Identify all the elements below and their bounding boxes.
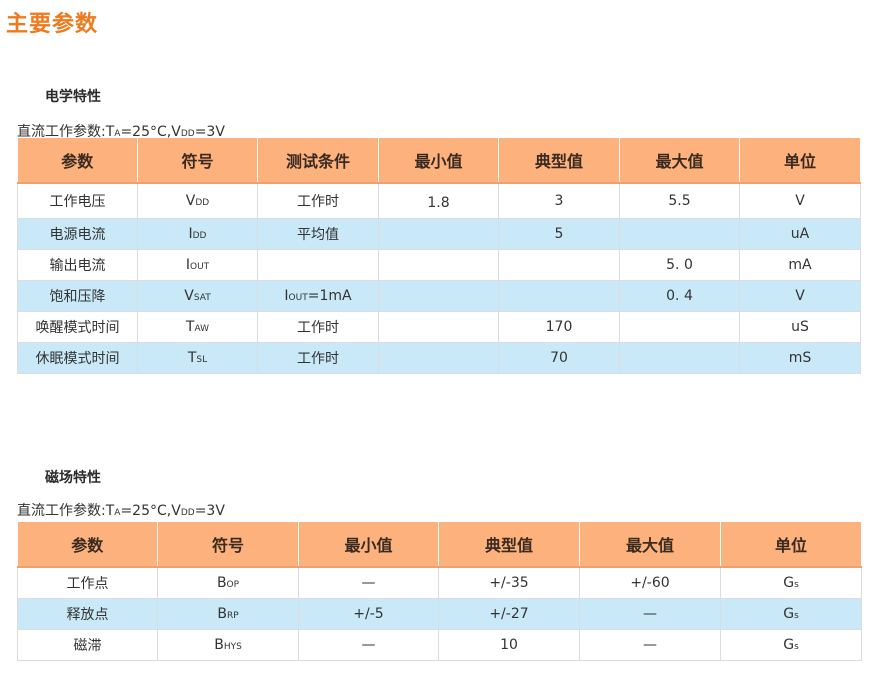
- min-cell: —: [298, 566, 439, 599]
- param-cell: 工作点: [17, 566, 158, 599]
- condition-cell: 工作时: [257, 311, 379, 343]
- col-header-min: 最小值: [298, 522, 439, 568]
- min-cell: +/-5: [298, 598, 439, 630]
- param-cell: 电源电流: [17, 218, 138, 250]
- symbol-cell: TAW: [137, 311, 258, 343]
- col-header-min: 最小值: [378, 138, 499, 184]
- max-cell: [619, 311, 740, 343]
- col-header-param: 参数: [17, 522, 158, 568]
- param-cell: 释放点: [17, 598, 158, 630]
- param-cell: 休眠模式时间: [17, 342, 138, 374]
- col-header-max: 最大值: [579, 522, 721, 568]
- min-cell: [378, 249, 499, 281]
- table-row: 输出电流 IOUT 5. 0 mA: [17, 249, 861, 281]
- symbol-cell: BOP: [157, 566, 299, 599]
- col-header-typ: 典型值: [498, 138, 620, 184]
- min-cell: [378, 280, 499, 312]
- table-header-row: 参数 符号 测试条件 最小值 典型值 最大值 单位: [17, 138, 861, 184]
- typ-cell: 5: [498, 218, 620, 250]
- unit-cell: Gs: [720, 629, 862, 661]
- col-header-unit: 单位: [720, 522, 862, 568]
- unit-cell: Gs: [720, 598, 862, 630]
- col-header-condition: 测试条件: [257, 138, 379, 184]
- typ-cell: 170: [498, 311, 620, 343]
- electrical-table: 参数 符号 测试条件 最小值 典型值 最大值 单位 工作电压 VDD 工作时 1…: [17, 138, 861, 374]
- typ-cell: [498, 280, 620, 312]
- symbol-cell: VDD: [137, 182, 258, 219]
- min-cell: [378, 218, 499, 250]
- symbol-cell: BRP: [157, 598, 299, 630]
- unit-cell: uS: [739, 311, 861, 343]
- magnetic-table: 参数 符号 最小值 典型值 最大值 单位 工作点 BOP — +/-35 +/-…: [17, 522, 862, 661]
- min-cell: 1.8: [378, 182, 499, 219]
- typ-cell: +/-35: [438, 566, 580, 599]
- param-cell: 磁滞: [17, 629, 158, 661]
- max-cell: 5.5: [619, 182, 740, 219]
- symbol-cell: IOUT: [137, 249, 258, 281]
- param-cell: 输出电流: [17, 249, 138, 281]
- typ-cell: +/-27: [438, 598, 580, 630]
- table-row: 工作电压 VDD 工作时 1.8 3 5.5 V: [17, 182, 861, 219]
- min-cell: [378, 342, 499, 374]
- condition-cell: 工作时: [257, 342, 379, 374]
- min-cell: —: [298, 629, 439, 661]
- param-cell: 工作电压: [17, 182, 138, 219]
- magnetic-condition: 直流工作参数:TA=25°C,VDD=3V: [17, 503, 225, 519]
- unit-cell: uA: [739, 218, 861, 250]
- max-cell: 0. 4: [619, 280, 740, 312]
- table-row: 磁滞 BHYS — 10 — Gs: [17, 629, 862, 661]
- col-header-unit: 单位: [739, 138, 861, 184]
- unit-cell: mA: [739, 249, 861, 281]
- unit-cell: V: [739, 182, 861, 219]
- param-cell: 唤醒模式时间: [17, 311, 138, 343]
- table-row: 释放点 BRP +/-5 +/-27 — Gs: [17, 598, 862, 630]
- table-header-row: 参数 符号 最小值 典型值 最大值 单位: [17, 522, 862, 568]
- col-header-symbol: 符号: [137, 138, 258, 184]
- table-row: 工作点 BOP — +/-35 +/-60 Gs: [17, 566, 862, 599]
- col-header-param: 参数: [17, 138, 138, 184]
- symbol-cell: BHYS: [157, 629, 299, 661]
- condition-cell: 工作时: [257, 182, 379, 219]
- param-cell: 饱和压降: [17, 280, 138, 312]
- col-header-symbol: 符号: [157, 522, 299, 568]
- symbol-cell: TSL: [137, 342, 258, 374]
- max-cell: —: [579, 629, 721, 661]
- table-row: 电源电流 IDD 平均值 5 uA: [17, 218, 861, 250]
- condition-cell: IOUT=1mA: [257, 280, 379, 312]
- unit-cell: Gs: [720, 566, 862, 599]
- electrical-section-title: 电学特性: [45, 89, 101, 105]
- typ-cell: 3: [498, 182, 620, 219]
- col-header-max: 最大值: [619, 138, 740, 184]
- symbol-cell: IDD: [137, 218, 258, 250]
- table-row: 饱和压降 VSAT IOUT=1mA 0. 4 V: [17, 280, 861, 312]
- table-row: 唤醒模式时间 TAW 工作时 170 uS: [17, 311, 861, 343]
- typ-cell: 70: [498, 342, 620, 374]
- condition-cell: [257, 249, 379, 281]
- unit-cell: V: [739, 280, 861, 312]
- typ-cell: [498, 249, 620, 281]
- max-cell: 5. 0: [619, 249, 740, 281]
- max-cell: —: [579, 598, 721, 630]
- unit-cell: mS: [739, 342, 861, 374]
- table-row: 休眠模式时间 TSL 工作时 70 mS: [17, 342, 861, 374]
- col-header-typ: 典型值: [438, 522, 580, 568]
- condition-cell: 平均值: [257, 218, 379, 250]
- max-cell: [619, 342, 740, 374]
- symbol-cell: VSAT: [137, 280, 258, 312]
- typ-cell: 10: [438, 629, 580, 661]
- page-title: 主要参数: [6, 12, 99, 37]
- max-cell: +/-60: [579, 566, 721, 599]
- min-cell: [378, 311, 499, 343]
- max-cell: [619, 218, 740, 250]
- magnetic-section-title: 磁场特性: [45, 470, 101, 486]
